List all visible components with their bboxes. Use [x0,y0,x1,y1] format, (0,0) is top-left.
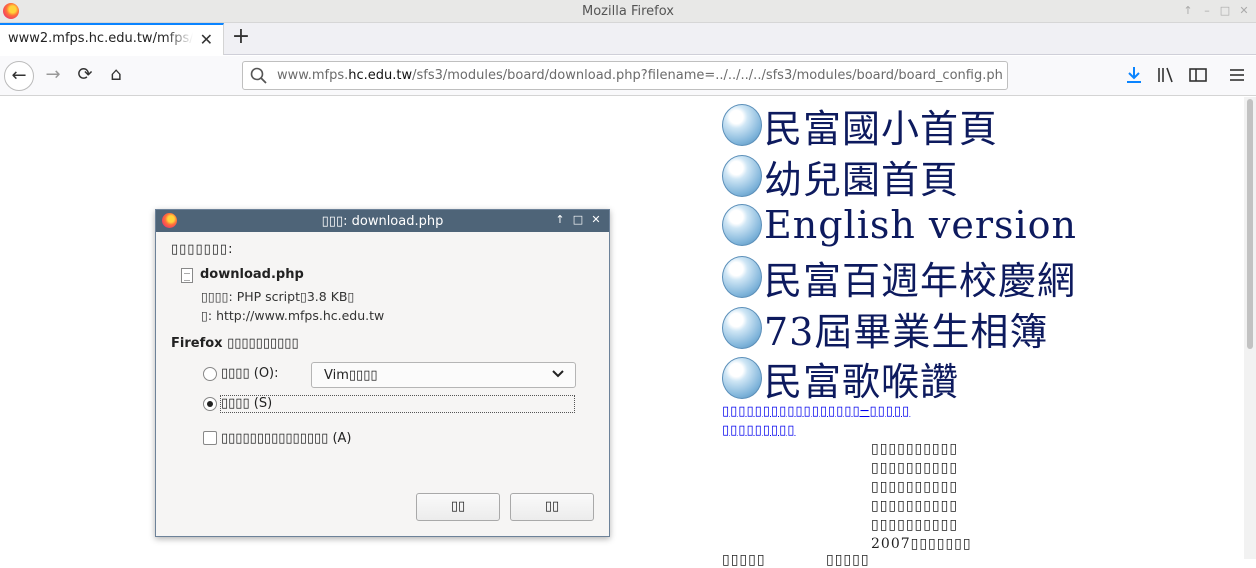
open-with-app-select[interactable]: Vim▯▯▯▯ [311,362,576,388]
bubble-icon [722,256,762,298]
article-line: ▯▯▯▯▯▯▯▯▯▯ [871,498,959,514]
menu-icon[interactable] [1226,64,1248,86]
remember-choice-label[interactable]: ▯▯▯▯▯▯▯▯▯▯▯▯▯▯▯ (A) [221,431,351,446]
bubble-icon [722,204,762,246]
dialog-title: ▯▯▯: download.php [321,214,444,229]
open-with-radio[interactable] [203,367,217,381]
file-name: download.php [200,267,304,282]
tab-title: www2.mfps.hc.edu.tw/mfps/s [8,31,193,46]
dialog-up-icon[interactable]: ↑ [553,213,567,227]
window-minimize-button[interactable]: – [1199,3,1215,19]
download-icon[interactable] [1123,64,1145,86]
back-button[interactable]: ← [4,61,34,91]
article-line: ▯▯▯▯▯▯▯▯▯▯ [871,441,959,457]
menu-link-centennial[interactable]: 民富百週年校慶網 [722,253,1076,303]
dialog-close-button[interactable]: ✕ [589,213,603,227]
save-file-label[interactable]: ▯▯▯▯ (S) [221,396,272,411]
article-line: ▯▯▯▯▯▯▯▯▯▯ [871,479,959,495]
library-icon[interactable] [1155,64,1177,86]
url-bar[interactable]: www.mfps.hc.edu.tw/sfs3/modules/board/do… [242,61,1008,90]
action-question: Firefox ▯▯▯▯▯▯▯▯▯▯ [171,336,299,351]
cancel-button[interactable]: ▯▯ [416,493,500,521]
menu-link-singing[interactable]: 民富歌喉讚 [722,354,959,404]
window-up-icon[interactable]: ↑ [1180,3,1196,19]
page-scrollbar[interactable] [1244,97,1256,559]
url-text[interactable]: www.mfps.hc.edu.tw/sfs3/modules/board/do… [277,68,1003,83]
scrollbar-thumb[interactable] [1247,99,1253,349]
new-tab-button[interactable]: + [229,25,253,51]
open-with-label[interactable]: ▯▯▯▯ (O): [221,366,279,381]
dialog-titlebar: ▯▯▯: download.php ↑ □ ✕ [156,210,609,232]
tab-close-icon[interactable]: ✕ [200,30,213,49]
open-with-app-value: Vim▯▯▯▯ [324,368,378,383]
reload-button[interactable]: ⟳ [70,61,100,91]
bubble-icon [722,357,762,399]
dialog-maximize-button[interactable]: □ [571,213,585,227]
navigation-toolbar: ← → ⟳ ⌂ www.mfps.hc.edu.tw/sfs3/modules/… [0,56,1256,96]
save-file-radio[interactable] [203,397,217,411]
tab-strip: www2.mfps.hc.edu.tw/mfps/s ✕ + [0,23,1256,55]
ok-button[interactable]: ▯▯ [510,493,594,521]
sidebar-icon[interactable] [1187,64,1209,86]
article-line: 2007▯▯▯▯▯▯▯ [871,536,972,552]
file-icon [181,268,193,283]
article-line: ▯▯▯▯▯▯▯▯▯▯ [871,460,959,476]
window-title: Mozilla Firefox [582,4,674,19]
menu-link-english[interactable]: English version [722,201,1077,249]
home-button[interactable]: ⌂ [101,61,131,91]
news-link-continued[interactable]: ▯▯▯▯▯▯▯▯▯ [722,423,795,438]
opening-label: ▯▯▯▯▯▯▯: [171,242,234,257]
search-icon [250,67,267,84]
download-dialog: ▯▯▯: download.php ↑ □ ✕ ▯▯▯▯▯▯▯: downloa… [155,209,610,537]
bubble-icon [722,155,762,197]
window-close-button[interactable]: ✕ [1236,3,1252,19]
chevron-down-icon [552,370,564,378]
menu-link-album[interactable]: 73屆畢業生相簿 [722,304,1048,354]
save-file-focus [220,395,575,413]
bubble-icon [722,104,762,146]
window-titlebar: Mozilla Firefox ↑ – □ ✕ [0,0,1256,23]
menu-link-kindergarten[interactable]: 幼兒園首頁 [722,152,959,202]
forward-button[interactable]: → [38,61,68,91]
news-link[interactable]: ▯▯▯▯▯▯▯▯▯▯▯▯▯▯▯▯▯─▯▯▯▯▯ [722,404,910,419]
tab-active[interactable]: www2.mfps.hc.edu.tw/mfps/s ✕ [0,23,224,55]
footer-text-left: ▯▯▯▯▯ [722,552,766,568]
bubble-icon [722,307,762,349]
remember-choice-checkbox[interactable] [203,431,217,445]
footer-text-mid: ▯▯▯▯▯ [826,552,870,568]
window-maximize-button[interactable]: □ [1217,3,1233,19]
file-source: ▯: http://www.mfps.hc.edu.tw [201,308,385,323]
article-line: ▯▯▯▯▯▯▯▯▯▯ [871,517,959,533]
file-type: ▯▯▯▯: PHP script▯3.8 KB▯ [201,289,355,304]
menu-link-school-home[interactable]: 民富國小首頁 [722,101,998,151]
